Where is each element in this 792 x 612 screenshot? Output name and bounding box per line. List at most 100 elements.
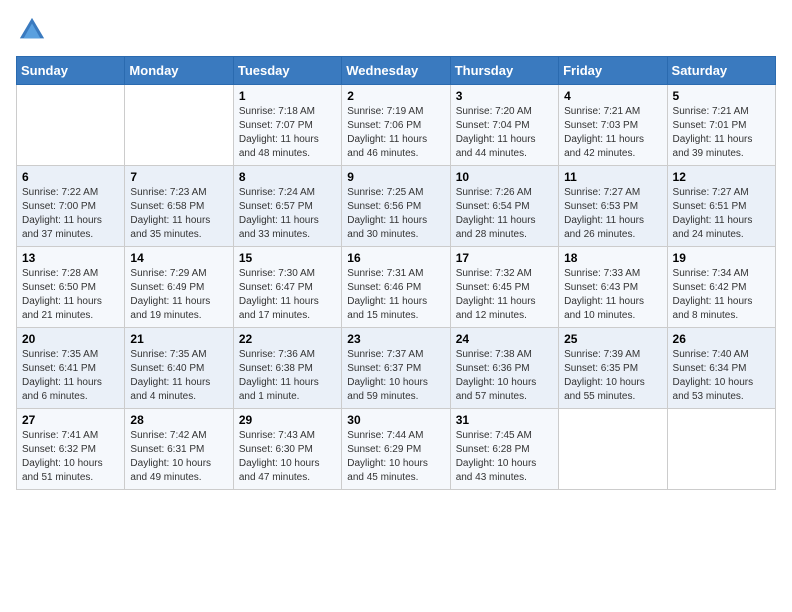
calendar-cell: 17 Sunrise: 7:32 AMSunset: 6:45 PMDayligh… [450,247,558,328]
calendar-cell: 6 Sunrise: 7:22 AMSunset: 7:00 PMDaylight… [17,166,125,247]
calendar-cell: 11Sunrise: 7:27 AMSunset: 6:53 PMDayligh… [559,166,667,247]
day-info: Sunrise: 7:36 AMSunset: 6:38 PMDaylight:… [239,348,336,404]
calendar-cell: 1 Sunrise: 7:18 AMSunset: 7:07 PMDaylight… [233,85,341,166]
day-info: Sunrise: 7:35 AMSunset: 6:41 PMDaylight:… [22,348,119,404]
day-number: 22 [239,332,336,346]
day-number: 31 [456,413,553,427]
calendar-cell: 19 Sunrise: 7:34 AMSunset: 6:42 PMDayligh… [667,247,775,328]
calendar-week-2: 13 Sunrise: 7:28 AMSunset: 6:50 PMDayligh… [17,247,776,328]
calendar-cell: 8 Sunrise: 7:24 AMSunset: 6:57 PMDaylight… [233,166,341,247]
day-number: 17 [456,251,553,265]
day-number: 26 [673,332,770,346]
day-number: 24 [456,332,553,346]
day-info: Sunrise: 7:37 AMSunset: 6:37 PMDaylight:… [347,348,444,404]
calendar-cell: 26 Sunrise: 7:40 AMSunset: 6:34 PMDayligh… [667,328,775,409]
day-number: 12 [673,170,770,184]
calendar-cell: 2 Sunrise: 7:19 AMSunset: 7:06 PMDaylight… [342,85,450,166]
day-info: Sunrise: 7:20 AMSunset: 7:04 PMDaylight:… [456,105,553,161]
day-number: 23 [347,332,444,346]
calendar-cell: 14 Sunrise: 7:29 AMSunset: 6:49 PMDayligh… [125,247,233,328]
calendar-cell: 16 Sunrise: 7:31 AMSunset: 6:46 PMDayligh… [342,247,450,328]
day-info: Sunrise: 7:22 AMSunset: 7:00 PMDaylight:… [22,186,119,242]
day-info: Sunrise: 7:27 AMSunset: 6:51 PMDaylight:… [673,186,770,242]
day-info: Sunrise: 7:45 AMSunset: 6:28 PMDaylight:… [456,429,553,485]
day-info: Sunrise: 7:43 AMSunset: 6:30 PMDaylight:… [239,429,336,485]
calendar-cell: 12 Sunrise: 7:27 AMSunset: 6:51 PMDayligh… [667,166,775,247]
day-number: 8 [239,170,336,184]
header-saturday: Saturday [667,57,775,85]
day-info: Sunrise: 7:40 AMSunset: 6:34 PMDaylight:… [673,348,770,404]
calendar-week-3: 20Sunrise: 7:35 AMSunset: 6:41 PMDayligh… [17,328,776,409]
day-info: Sunrise: 7:31 AMSunset: 6:46 PMDaylight:… [347,267,444,323]
calendar-cell [125,85,233,166]
day-number: 5 [673,89,770,103]
calendar-cell: 22 Sunrise: 7:36 AMSunset: 6:38 PMDayligh… [233,328,341,409]
calendar-cell: 23 Sunrise: 7:37 AMSunset: 6:37 PMDayligh… [342,328,450,409]
day-info: Sunrise: 7:25 AMSunset: 6:56 PMDaylight:… [347,186,444,242]
calendar-cell: 10 Sunrise: 7:26 AMSunset: 6:54 PMDayligh… [450,166,558,247]
calendar-cell: 28 Sunrise: 7:42 AMSunset: 6:31 PMDayligh… [125,409,233,490]
day-number: 2 [347,89,444,103]
day-number: 3 [456,89,553,103]
day-number: 1 [239,89,336,103]
day-info: Sunrise: 7:29 AMSunset: 6:49 PMDaylight:… [130,267,227,323]
day-number: 27 [22,413,119,427]
calendar-header-row: SundayMondayTuesdayWednesdayThursdayFrid… [17,57,776,85]
day-number: 21 [130,332,227,346]
calendar-cell [559,409,667,490]
day-number: 6 [22,170,119,184]
day-number: 13 [22,251,119,265]
logo [16,16,46,44]
day-number: 19 [673,251,770,265]
calendar-week-0: 1 Sunrise: 7:18 AMSunset: 7:07 PMDaylight… [17,85,776,166]
day-number: 14 [130,251,227,265]
day-number: 16 [347,251,444,265]
day-number: 11 [564,170,661,184]
day-info: Sunrise: 7:24 AMSunset: 6:57 PMDaylight:… [239,186,336,242]
day-info: Sunrise: 7:34 AMSunset: 6:42 PMDaylight:… [673,267,770,323]
day-info: Sunrise: 7:32 AMSunset: 6:45 PMDaylight:… [456,267,553,323]
day-number: 9 [347,170,444,184]
day-info: Sunrise: 7:33 AMSunset: 6:43 PMDaylight:… [564,267,661,323]
calendar-cell: 30 Sunrise: 7:44 AMSunset: 6:29 PMDayligh… [342,409,450,490]
calendar-cell: 4Sunrise: 7:21 AMSunset: 7:03 PMDaylight… [559,85,667,166]
header-wednesday: Wednesday [342,57,450,85]
day-info: Sunrise: 7:38 AMSunset: 6:36 PMDaylight:… [456,348,553,404]
header-sunday: Sunday [17,57,125,85]
calendar-cell: 25 Sunrise: 7:39 AMSunset: 6:35 PMDayligh… [559,328,667,409]
day-number: 30 [347,413,444,427]
calendar-cell: 29 Sunrise: 7:43 AMSunset: 6:30 PMDayligh… [233,409,341,490]
calendar-cell [17,85,125,166]
day-info: Sunrise: 7:41 AMSunset: 6:32 PMDaylight:… [22,429,119,485]
day-number: 15 [239,251,336,265]
day-number: 28 [130,413,227,427]
day-info: Sunrise: 7:28 AMSunset: 6:50 PMDaylight:… [22,267,119,323]
calendar-week-4: 27 Sunrise: 7:41 AMSunset: 6:32 PMDayligh… [17,409,776,490]
day-number: 7 [130,170,227,184]
calendar-week-1: 6 Sunrise: 7:22 AMSunset: 7:00 PMDaylight… [17,166,776,247]
day-info: Sunrise: 7:18 AMSunset: 7:07 PMDaylight:… [239,105,336,161]
day-info: Sunrise: 7:39 AMSunset: 6:35 PMDaylight:… [564,348,661,404]
day-info: Sunrise: 7:23 AMSunset: 6:58 PMDaylight:… [130,186,227,242]
day-number: 29 [239,413,336,427]
calendar-cell: 21 Sunrise: 7:35 AMSunset: 6:40 PMDayligh… [125,328,233,409]
header-thursday: Thursday [450,57,558,85]
day-info: Sunrise: 7:42 AMSunset: 6:31 PMDaylight:… [130,429,227,485]
calendar-cell: 5Sunrise: 7:21 AMSunset: 7:01 PMDaylight… [667,85,775,166]
day-info: Sunrise: 7:44 AMSunset: 6:29 PMDaylight:… [347,429,444,485]
logo-icon [18,16,46,44]
day-number: 25 [564,332,661,346]
calendar-cell: 9 Sunrise: 7:25 AMSunset: 6:56 PMDaylight… [342,166,450,247]
day-info: Sunrise: 7:19 AMSunset: 7:06 PMDaylight:… [347,105,444,161]
calendar-cell: 24 Sunrise: 7:38 AMSunset: 6:36 PMDayligh… [450,328,558,409]
calendar-cell: 7 Sunrise: 7:23 AMSunset: 6:58 PMDaylight… [125,166,233,247]
day-info: Sunrise: 7:26 AMSunset: 6:54 PMDaylight:… [456,186,553,242]
calendar-cell: 13 Sunrise: 7:28 AMSunset: 6:50 PMDayligh… [17,247,125,328]
day-number: 10 [456,170,553,184]
day-info: Sunrise: 7:21 AMSunset: 7:03 PMDaylight:… [564,105,661,161]
calendar-cell: 27 Sunrise: 7:41 AMSunset: 6:32 PMDayligh… [17,409,125,490]
day-info: Sunrise: 7:30 AMSunset: 6:47 PMDaylight:… [239,267,336,323]
calendar-cell: 18Sunrise: 7:33 AMSunset: 6:43 PMDayligh… [559,247,667,328]
day-info: Sunrise: 7:35 AMSunset: 6:40 PMDaylight:… [130,348,227,404]
calendar-cell [667,409,775,490]
